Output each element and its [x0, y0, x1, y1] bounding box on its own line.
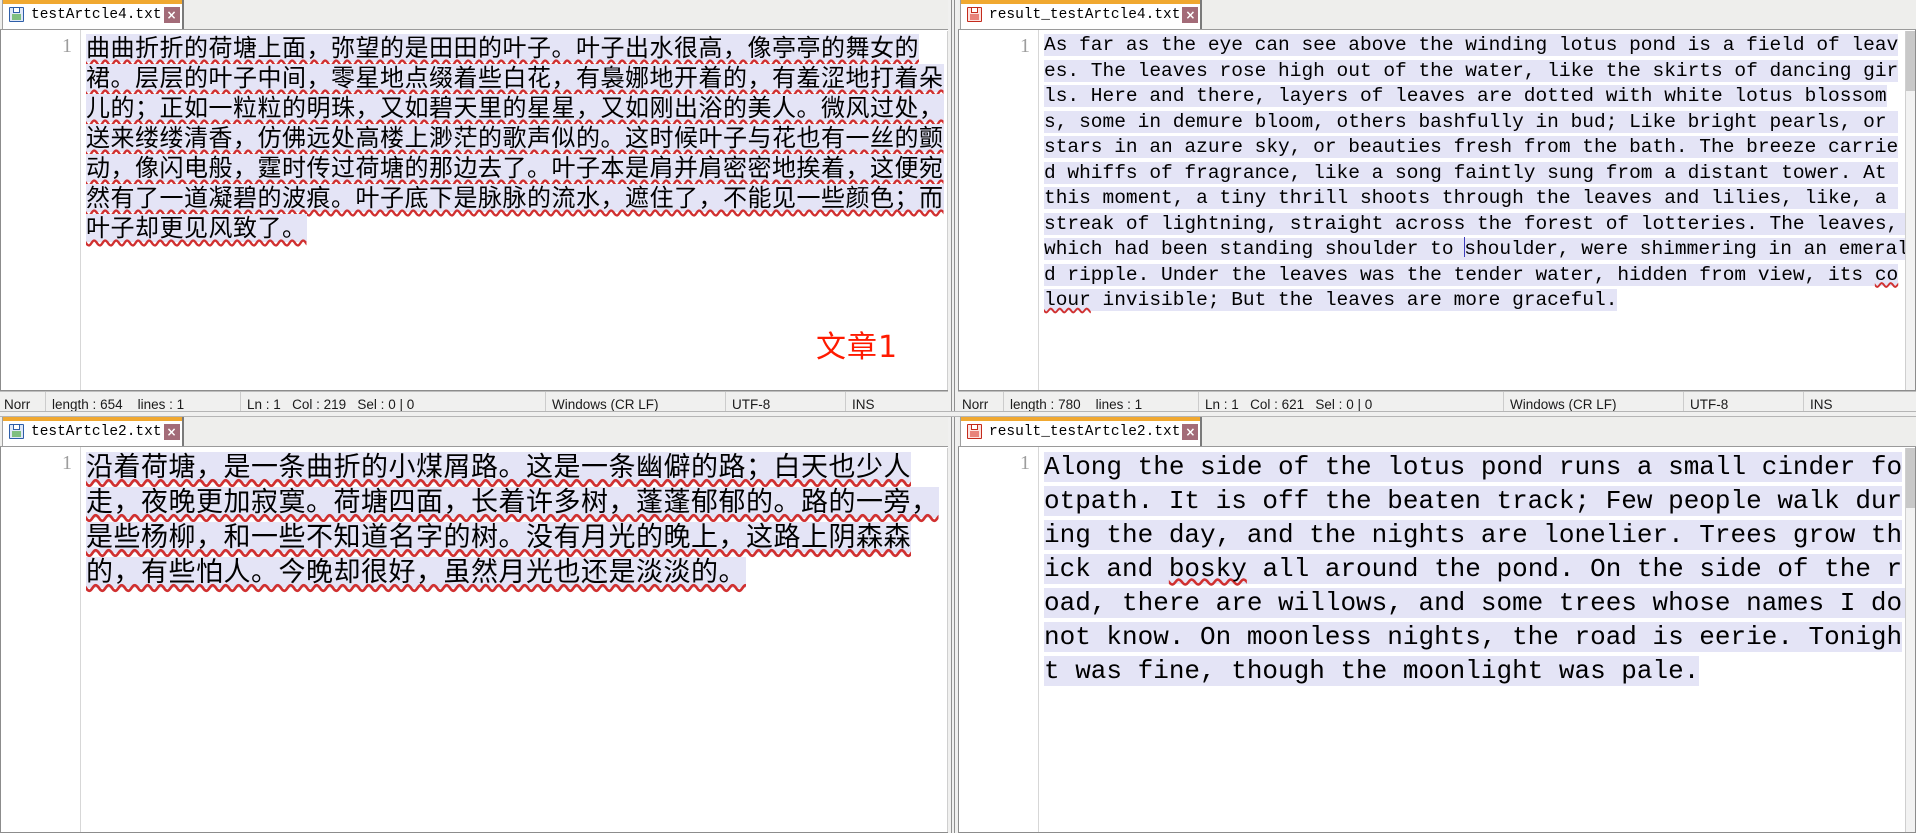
- status-lines-label: lines :: [137, 397, 173, 412]
- document-text: As far as the eye can see above the wind…: [1044, 34, 1910, 311]
- misspelled-word: bosky: [1168, 554, 1247, 584]
- scrollbar-thumb[interactable]: [1906, 448, 1915, 508]
- tab-result-testartcle2[interactable]: result_testArtcle2.txt ×: [960, 417, 1203, 446]
- line-number: 1: [62, 452, 72, 474]
- tab-close-icon[interactable]: ×: [163, 6, 180, 23]
- status-length-value: 780: [1058, 397, 1081, 412]
- status-ln-label: Ln :: [247, 397, 270, 412]
- text-before-caret: As far as the eye can see above the wind…: [1044, 34, 1899, 260]
- vertical-scrollbar[interactable]: [1905, 448, 1915, 832]
- status-sel-label: Sel :: [357, 397, 385, 412]
- tabbar-top-right: result_testArtcle4.txt ×: [958, 0, 1916, 30]
- floppy-disk-icon: [9, 7, 24, 22]
- status-ln-value: 1: [1231, 397, 1239, 412]
- text-area[interactable]: 曲曲折折的荷塘上面，弥望的是田田的叶子。叶子出水很高，像亭亭的舞女的裙。层层的叶…: [81, 30, 957, 390]
- vertical-splitter-bottom[interactable]: [948, 417, 958, 833]
- status-sel-value: 0 | 0: [388, 397, 415, 412]
- vertical-splitter-top[interactable]: [948, 0, 958, 417]
- status-sel-value: 0 | 0: [1346, 397, 1373, 412]
- tab-label: result_testArtcle4.txt: [989, 6, 1181, 23]
- tab-close-icon[interactable]: ×: [1182, 6, 1199, 23]
- text-area[interactable]: Along the side of the lotus pond runs a …: [1039, 447, 1915, 832]
- status-ln-label: Ln :: [1205, 397, 1228, 412]
- text-area[interactable]: As far as the eye can see above the wind…: [1039, 30, 1915, 390]
- editor-top-left[interactable]: 1 曲曲折折的荷塘上面，弥望的是田田的叶子。叶子出水很高，像亭亭的舞女的裙。层层…: [0, 30, 958, 391]
- tabbar-top-left: testArtcle4.txt ×: [0, 0, 958, 30]
- status-col-label: Col :: [292, 397, 320, 412]
- notepadpp-window: testArtcle4.txt × 1 曲曲折折的荷塘上面，弥望的是田田的叶子。…: [0, 0, 1916, 833]
- status-length-label: length :: [1010, 397, 1055, 412]
- status-length-label: length :: [52, 397, 97, 412]
- line-number-gutter: 1: [1, 447, 81, 832]
- tab-label: testArtcle2.txt: [31, 423, 162, 440]
- text-after-caret-b: invisible; But the leaves are more grace…: [1090, 289, 1618, 311]
- panel-bottom-right: result_testArtcle2.txt × 1 Along the sid…: [958, 417, 1916, 833]
- tabbar-bottom-right: result_testArtcle2.txt ×: [958, 417, 1916, 447]
- status-sel-label: Sel :: [1315, 397, 1343, 412]
- floppy-disk-icon: [967, 424, 982, 439]
- tab-testartcle4[interactable]: testArtcle4.txt ×: [2, 0, 184, 29]
- status-lines-value: 1: [176, 397, 185, 412]
- tab-label: testArtcle4.txt: [31, 6, 162, 23]
- tab-label: result_testArtcle2.txt: [989, 423, 1181, 440]
- text-area[interactable]: 沿着荷塘，是一条曲折的小煤屑路。这是一条幽僻的路；白天也少人走，夜晚更加寂寞。荷…: [81, 447, 957, 832]
- status-col-value: 219: [323, 397, 347, 412]
- tab-close-icon[interactable]: ×: [1182, 423, 1199, 440]
- line-number-gutter: 1: [1, 30, 81, 390]
- scrollbar-thumb[interactable]: [1906, 31, 1915, 91]
- tabbar-bottom-left: testArtcle2.txt ×: [0, 417, 958, 447]
- vertical-scrollbar[interactable]: [1905, 31, 1915, 390]
- floppy-disk-icon: [967, 7, 982, 22]
- line-number-gutter: 1: [959, 30, 1039, 390]
- document-text: 沿着荷塘，是一条曲折的小煤屑路。这是一条幽僻的路；白天也少人走，夜晚更加寂寞。荷…: [86, 452, 939, 588]
- status-lines-label: lines :: [1095, 397, 1131, 412]
- tab-close-icon[interactable]: ×: [163, 423, 180, 440]
- line-number: 1: [62, 35, 72, 57]
- line-number-gutter: 1: [959, 447, 1039, 832]
- document-text: 曲曲折折的荷塘上面，弥望的是田田的叶子。叶子出水很高，像亭亭的舞女的裙。层层的叶…: [86, 34, 944, 242]
- status-col-label: Col :: [1250, 397, 1278, 412]
- line-number: 1: [1020, 452, 1030, 474]
- floppy-disk-icon: [9, 424, 24, 439]
- panel-top-left: testArtcle4.txt × 1 曲曲折折的荷塘上面，弥望的是田田的叶子。…: [0, 0, 958, 417]
- status-lines-value: 1: [1134, 397, 1143, 412]
- status-length-value: 654: [100, 397, 123, 412]
- line-number: 1: [1020, 35, 1030, 57]
- status-col-value: 621: [1281, 397, 1305, 412]
- panel-top-right: result_testArtcle4.txt × 1 As far as the…: [958, 0, 1916, 417]
- tab-testartcle2[interactable]: testArtcle2.txt ×: [2, 417, 184, 446]
- editor-top-right[interactable]: 1 As far as the eye can see above the wi…: [958, 30, 1916, 391]
- editor-bottom-right[interactable]: 1 Along the side of the lotus pond runs …: [958, 447, 1916, 833]
- tab-result-testartcle4[interactable]: result_testArtcle4.txt ×: [960, 0, 1203, 29]
- document-text: Along the side of the lotus pond runs a …: [1044, 452, 1915, 686]
- panel-bottom-left: testArtcle2.txt × 1 沿着荷塘，是一条曲折的小煤屑路。这是一条…: [0, 417, 958, 833]
- horizontal-splitter[interactable]: [0, 411, 1916, 417]
- editor-bottom-left[interactable]: 1 沿着荷塘，是一条曲折的小煤屑路。这是一条幽僻的路；白天也少人走，夜晚更加寂寞…: [0, 447, 958, 833]
- status-ln-value: 1: [273, 397, 281, 412]
